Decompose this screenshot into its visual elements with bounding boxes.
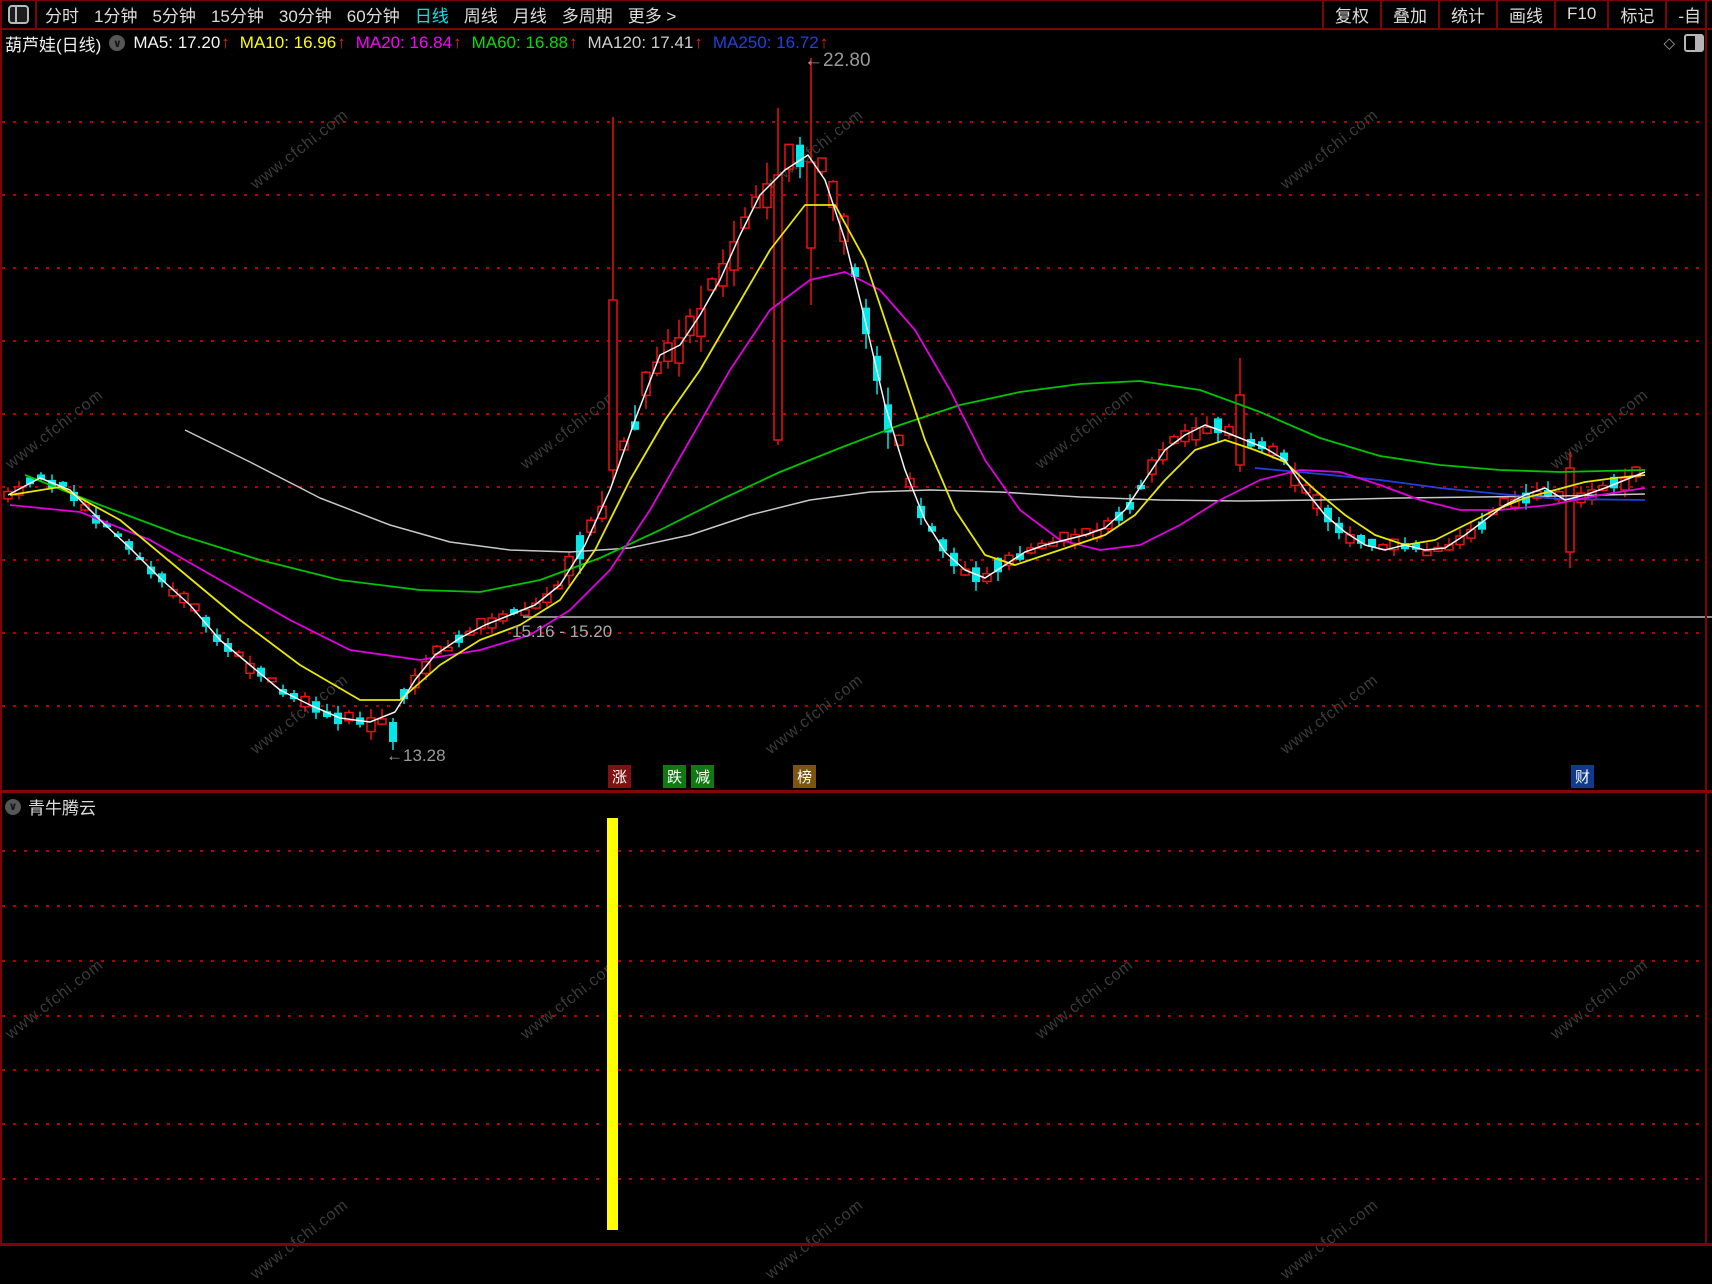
ma-value: MA60: 16.88↑ [471,33,578,52]
panel-separator [0,790,1712,793]
period-tab-5分钟[interactable]: 5分钟 [152,2,195,27]
left-border [0,0,2,1246]
badge-跌[interactable]: 跌 [663,765,686,788]
tools-menu: 复权 叠加 统计 画线 F10 标记 -自 [1322,0,1712,28]
up-arrow-icon: ↑ [819,33,829,52]
period-tab-多周期[interactable]: 多周期 [562,2,613,27]
badge-涨[interactable]: 涨 [608,765,631,788]
ma-value: MA250: 16.72↑ [712,33,829,52]
period-tab-日线[interactable]: 日线 [415,2,449,27]
price-annotation: ←13.28 [386,746,446,765]
diamond-icon[interactable]: ◇ [1663,34,1675,52]
period-tab-15分钟[interactable]: 15分钟 [211,2,264,27]
indicator-info-bar: 葫芦娃(日线) ∨ MA5: 17.20↑ MA10: 16.96↑ MA20: 1… [0,30,1712,56]
chevron-down-circle-icon[interactable]: ∨ [5,798,21,815]
sub-indicator-title: 青牛腾云 [28,799,96,818]
tool-button-F10[interactable]: F10 [1554,0,1607,28]
tool-button-统计[interactable]: 统计 [1438,0,1496,28]
chevron-down-circle-icon[interactable]: ∨ [109,35,126,51]
period-toolbar: 分时 1分钟 5分钟 15分钟 30分钟 60分钟 日线 周线 月线 多周期 更多 > 复权 叠加 统计… [0,0,1712,30]
tool-button-叠加[interactable]: 叠加 [1380,0,1438,28]
period-tab-30分钟[interactable]: 30分钟 [279,2,332,27]
panel-toggle-icon[interactable] [1684,34,1704,52]
ma-line-MA60 [24,380,1646,593]
level-line-label: 15.16 - 15.20 [512,622,613,641]
period-tab-月线[interactable]: 月线 [513,2,547,27]
period-tab-周线[interactable]: 周线 [464,2,498,27]
candles [3,58,1641,750]
ma-line-MA120 [184,429,1646,553]
kline-chart-canvas[interactable] [0,0,1712,1246]
signal-bar [607,818,618,1230]
up-arrow-icon: ↑ [453,33,462,52]
window-split-icon[interactable] [8,4,29,24]
period-tab-分时[interactable]: 分时 [45,2,79,27]
tool-button-复权[interactable]: 复权 [1322,0,1380,28]
badge-减[interactable]: 减 [691,765,714,788]
period-tab-1分钟[interactable]: 1分钟 [94,2,137,27]
top-border [0,0,1712,1]
up-arrow-icon: ↑ [569,33,578,52]
tool-button-标记[interactable]: 标记 [1607,0,1665,28]
ma-values: MA5: 17.20↑ MA10: 16.96↑ MA20: 16.84↑ MA60:… [133,33,838,53]
up-arrow-icon: ↑ [694,33,703,52]
ma-line-MA5 [7,154,1646,723]
period-tab-60分钟[interactable]: 60分钟 [347,2,400,27]
ma-value: MA20: 16.84↑ [355,33,462,52]
ma-value: MA120: 17.41↑ [587,33,703,52]
badge-榜[interactable]: 榜 [793,765,816,788]
right-border [1705,0,1707,1246]
badge-财[interactable]: 财 [1571,765,1594,788]
period-menu: 分时 1分钟 5分钟 15分钟 30分钟 60分钟 日线 周线 月线 多周期 更多 > [45,2,676,27]
ma-line-MA20 [9,271,1646,661]
up-arrow-icon: ↑ [221,33,230,52]
up-arrow-icon: ↑ [337,33,346,52]
period-tab-更多 >[interactable]: 更多 > [628,2,677,27]
sub-panel-header: ∨ 青牛腾云 [5,794,96,819]
stock-title: 葫芦娃(日线) [5,35,102,55]
tool-button-画线[interactable]: 画线 [1496,0,1554,28]
ma-value: MA10: 16.96↑ [239,33,346,52]
toolbar-divider [35,0,37,28]
ma-value: MA5: 17.20↑ [133,33,230,52]
